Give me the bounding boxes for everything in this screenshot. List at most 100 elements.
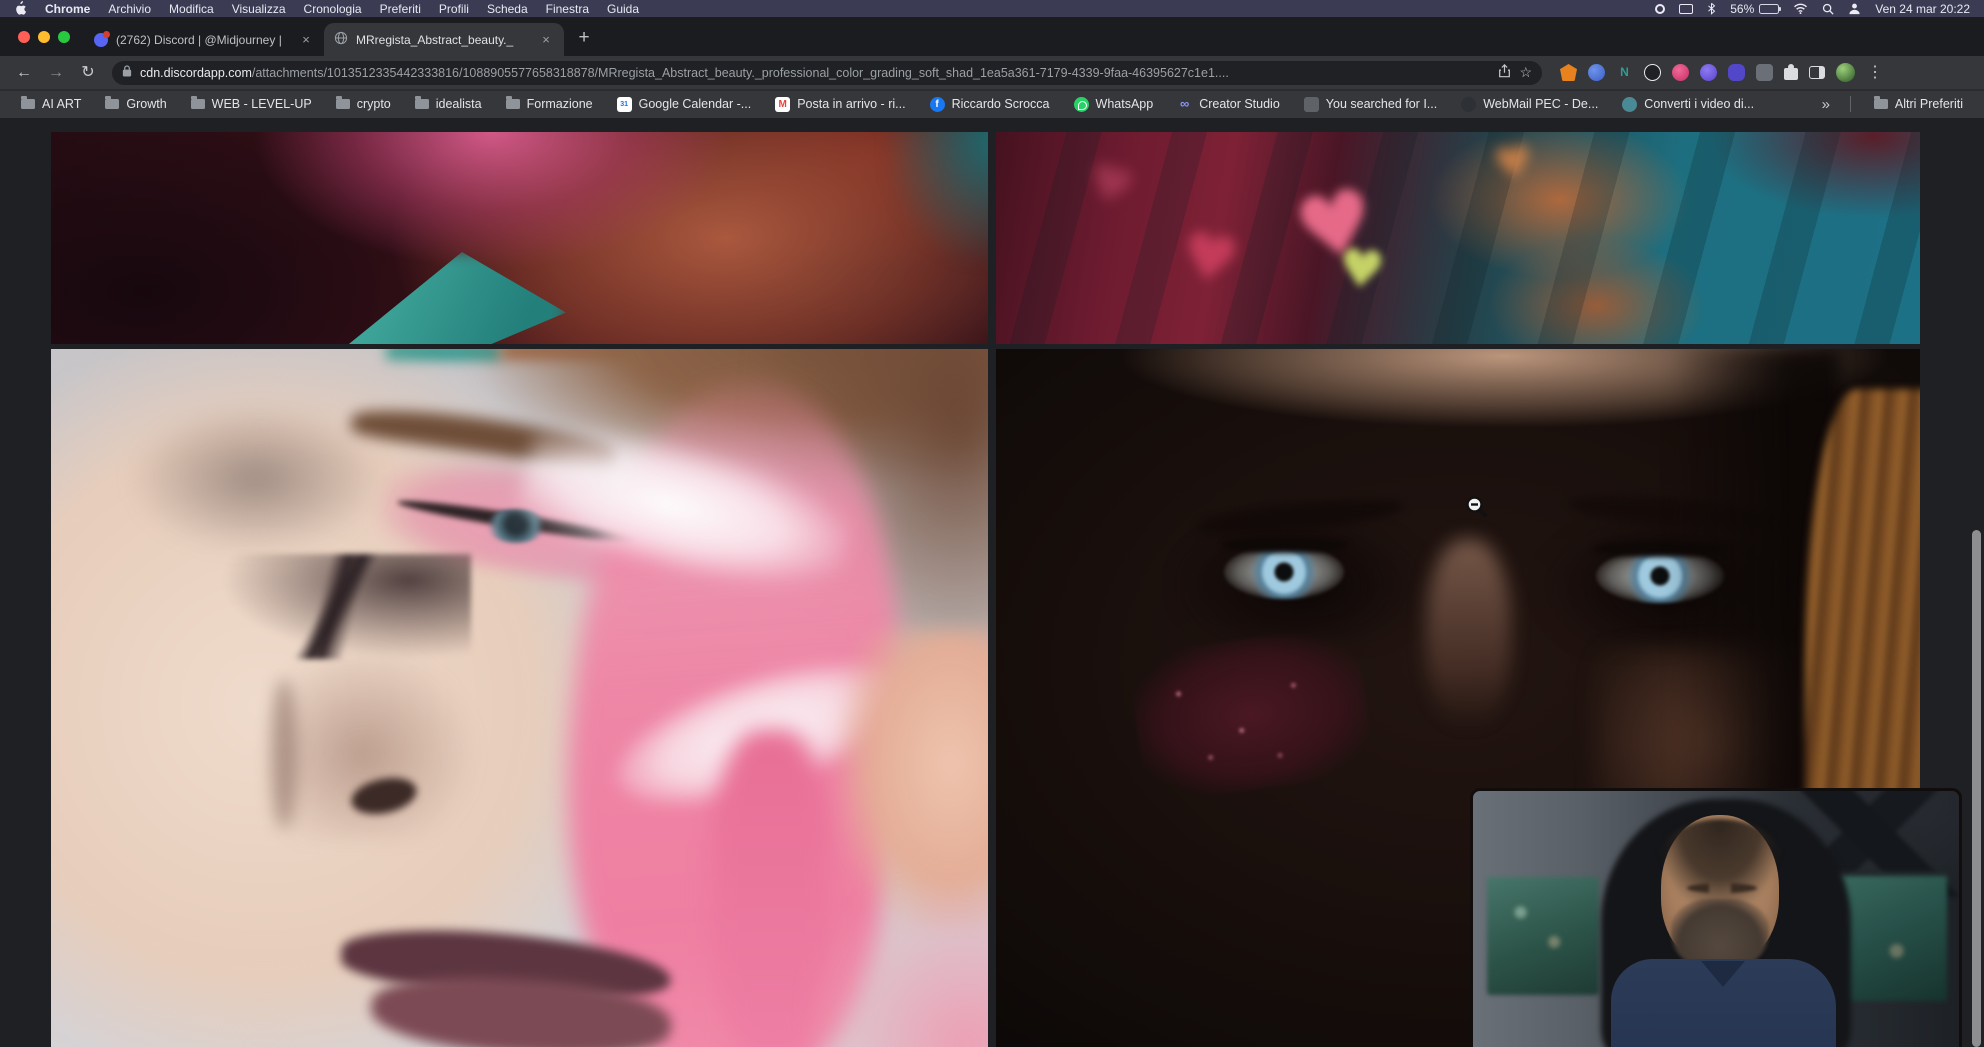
tab-image-active[interactable]: MRregista_Abstract_beauty._ × [324, 23, 564, 56]
bookmark-label: Creator Studio [1199, 97, 1280, 111]
bookmarks-overflow-chevron[interactable]: » [1816, 96, 1836, 113]
tab-close-icon[interactable]: × [298, 32, 314, 48]
url-path: /attachments/1013512335442333816/1088905… [252, 66, 1229, 80]
bookmark-folder-formazione[interactable]: Formazione [497, 94, 602, 114]
menu-cronologia[interactable]: Cronologia [304, 2, 362, 16]
battery-icon [1759, 4, 1779, 14]
pink-key-extension-icon[interactable] [1672, 64, 1689, 81]
url-domain: cdn.discordapp.com [140, 66, 252, 80]
purple-extension-icon[interactable] [1700, 64, 1717, 81]
extensions-puzzle-icon[interactable] [1784, 68, 1798, 80]
tab-close-icon[interactable]: × [538, 32, 554, 48]
side-panel-icon[interactable] [1809, 66, 1825, 79]
menu-scheda[interactable]: Scheda [487, 2, 528, 16]
bookmark-folder-idealista[interactable]: idealista [406, 94, 491, 114]
back-button[interactable]: ← [10, 59, 38, 87]
facebook-icon: f [930, 97, 945, 112]
chrome-menu-icon[interactable]: ⋮ [1866, 59, 1884, 87]
menu-archivio[interactable]: Archivio [108, 2, 151, 16]
lock-icon[interactable] [122, 64, 132, 82]
image-viewer-content: ♥ ♥ ♥ ♥ ♥ [0, 118, 1984, 1047]
window-controls [0, 17, 84, 56]
bookmark-folder-ai-art[interactable]: AI ART [12, 94, 90, 114]
bookmark-webmail-pec[interactable]: WebMail PEC - De... [1452, 94, 1607, 115]
bookmark-facebook-profile[interactable]: f Riccardo Scrocca [921, 94, 1059, 115]
bookmark-folder-web-level-up[interactable]: WEB - LEVEL-UP [182, 94, 321, 114]
webmail-icon [1461, 97, 1476, 112]
bookmark-google-calendar[interactable]: 31Google Calendar -... [608, 94, 761, 115]
bookmark-whatsapp[interactable]: WhatsApp [1065, 94, 1163, 115]
menu-profili[interactable]: Profili [439, 2, 469, 16]
notion-like-extension-icon[interactable]: N [1616, 64, 1633, 81]
minimize-window-button[interactable] [38, 31, 50, 43]
record-status-icon[interactable] [1655, 4, 1665, 14]
folder-icon [191, 99, 205, 109]
folder-icon [1874, 99, 1888, 109]
bookmark-label: WEB - LEVEL-UP [212, 97, 312, 111]
reload-button[interactable]: ↻ [74, 59, 102, 87]
menu-clock[interactable]: Ven 24 mar 20:22 [1875, 2, 1970, 16]
menu-finestra[interactable]: Finestra [546, 2, 589, 16]
bookmark-label: Converti i video di... [1644, 97, 1754, 111]
tab-discord[interactable]: (2762) Discord | @Midjourney | × [84, 23, 324, 56]
menu-app-name[interactable]: Chrome [45, 2, 90, 16]
tab-strip: (2762) Discord | @Midjourney | × MRregis… [0, 17, 1984, 56]
discord-favicon-icon [94, 33, 108, 47]
bookmark-label: WebMail PEC - De... [1483, 97, 1598, 111]
fullscreen-window-button[interactable] [58, 31, 70, 43]
bookmark-label: crypto [357, 97, 391, 111]
bookmark-label: Google Calendar -... [639, 97, 752, 111]
bookmark-star-icon[interactable]: ☆ [1519, 64, 1532, 81]
presenter-eyes [1687, 883, 1757, 893]
midjourney-image-top-left[interactable] [51, 132, 988, 344]
violet-extension-icon[interactable] [1728, 64, 1745, 81]
globe-favicon-icon [334, 31, 348, 48]
other-bookmarks-folder[interactable]: Altri Preferiti [1865, 94, 1972, 114]
user-account-icon[interactable] [1848, 2, 1861, 15]
menu-guida[interactable]: Guida [607, 2, 639, 16]
image-fragment-lashes [221, 554, 471, 659]
menu-preferiti[interactable]: Preferiti [380, 2, 421, 16]
apple-icon[interactable] [14, 1, 27, 16]
bookmark-gmail-inbox[interactable]: MPosta in arrivo - ri... [766, 94, 914, 115]
metamask-extension-icon[interactable] [1560, 64, 1577, 81]
bookmarks-separator [1850, 96, 1851, 112]
address-bar[interactable]: cdn.discordapp.com/attachments/101351233… [112, 61, 1542, 85]
meta-icon: ∞ [1177, 97, 1192, 112]
bookmark-label: Posta in arrivo - ri... [797, 97, 905, 111]
image-fragment [271, 679, 297, 829]
wifi-icon[interactable] [1793, 3, 1808, 14]
bookmark-label: Growth [126, 97, 166, 111]
bookmark-converti-video[interactable]: Converti i video di... [1613, 94, 1763, 115]
bluetooth-icon[interactable] [1707, 2, 1716, 15]
scrollbar[interactable] [1972, 530, 1981, 1047]
tab-title: MRregista_Abstract_beauty._ [356, 33, 530, 47]
midjourney-image-top-right[interactable]: ♥ ♥ ♥ ♥ ♥ [996, 132, 1920, 344]
bookmark-creator-studio[interactable]: ∞ Creator Studio [1168, 94, 1289, 115]
dark-circle-extension-icon[interactable] [1644, 64, 1661, 81]
bookmark-you-searched[interactable]: You searched for I... [1295, 94, 1446, 115]
blue-extension-icon[interactable] [1588, 64, 1605, 81]
close-window-button[interactable] [18, 31, 30, 43]
midjourney-image-bottom-left[interactable] [51, 349, 988, 1047]
spotlight-search-icon[interactable] [1822, 3, 1834, 15]
image-fragment [1222, 537, 1348, 553]
menu-visualizza[interactable]: Visualizza [232, 2, 286, 16]
profile-avatar[interactable] [1836, 63, 1855, 82]
bookmark-label: idealista [436, 97, 482, 111]
heart-bokeh: ♥ [1176, 223, 1244, 296]
new-tab-button[interactable]: + [570, 25, 598, 53]
share-icon[interactable] [1498, 64, 1511, 81]
bookmark-folder-growth[interactable]: Growth [96, 94, 175, 114]
tab-title: (2762) Discord | @Midjourney | [116, 33, 290, 47]
extensions-area: N ⋮ [1560, 59, 1884, 87]
screen-mirroring-icon[interactable] [1679, 4, 1693, 14]
battery-status[interactable]: 56% [1730, 2, 1779, 16]
forward-button[interactable]: → [42, 59, 70, 87]
zoom-out-cursor [1464, 494, 1490, 520]
menu-modifica[interactable]: Modifica [169, 2, 214, 16]
grey-extension-icon[interactable] [1756, 64, 1773, 81]
bookmark-label: Riccardo Scrocca [952, 97, 1050, 111]
bookmark-folder-crypto[interactable]: crypto [327, 94, 400, 114]
heart-bokeh: ♥ [1335, 242, 1387, 299]
